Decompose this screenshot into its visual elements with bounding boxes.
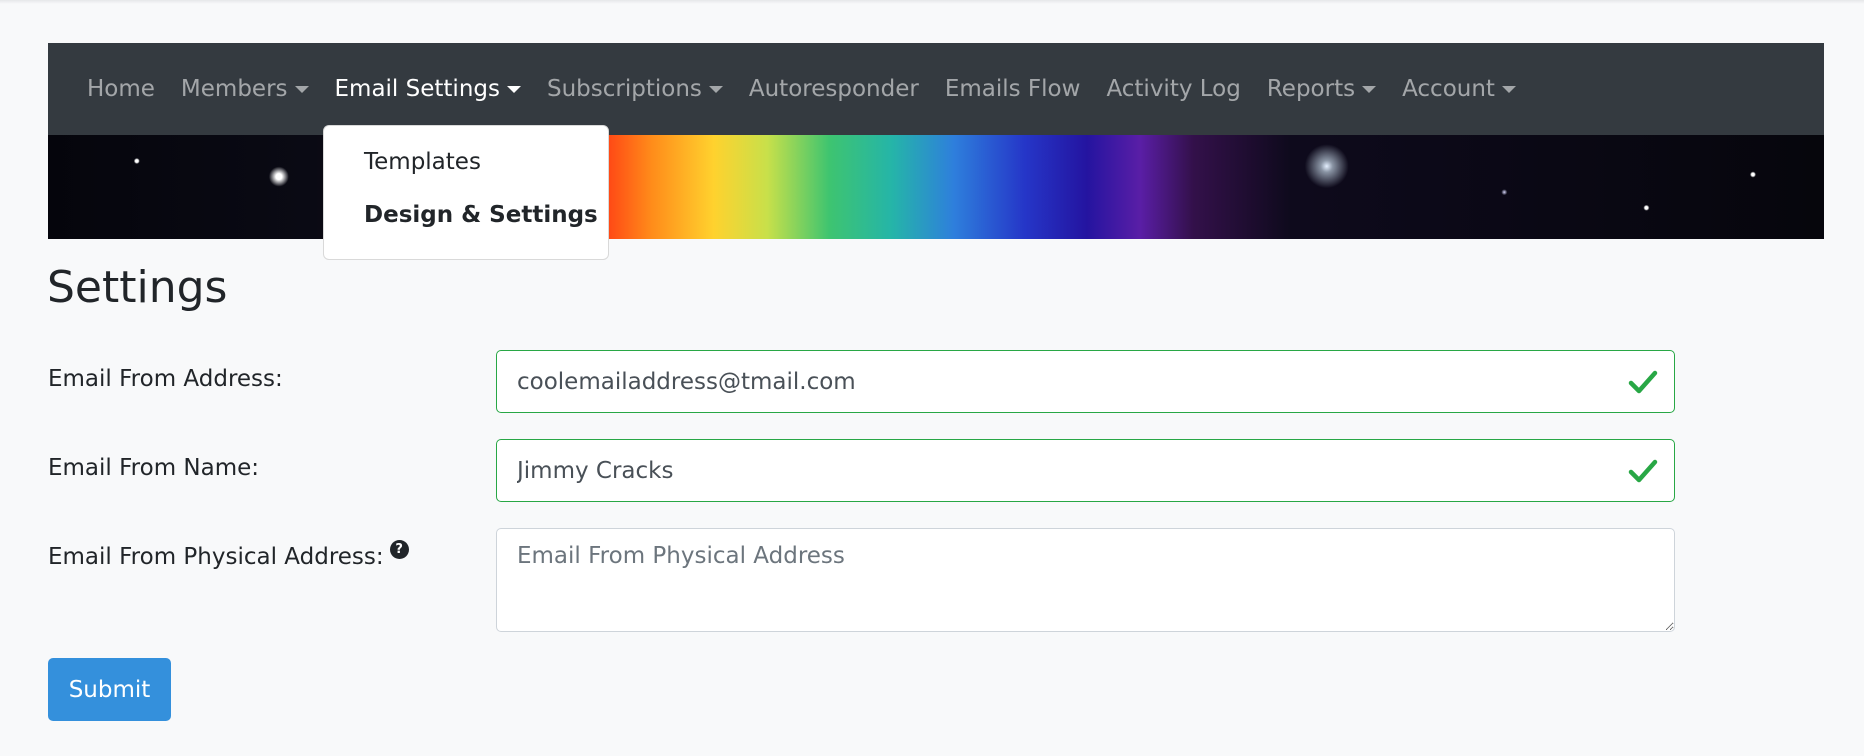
nav-members[interactable]: Members <box>181 76 309 102</box>
nav-reports[interactable]: Reports <box>1266 76 1377 102</box>
from-name-label: Email From Name: <box>48 455 260 481</box>
nav-autoresponder[interactable]: Autoresponder <box>749 76 919 102</box>
from-name-input[interactable] <box>496 439 1675 502</box>
caret-down-icon <box>1501 85 1516 93</box>
caret-down-icon <box>708 85 723 93</box>
dropdown-item-design-settings[interactable]: Design & Settings <box>324 189 608 242</box>
physical-address-textarea[interactable] <box>496 528 1675 632</box>
email-settings-dropdown-menu: Templates Design & Settings <box>323 125 609 260</box>
question-circle-icon[interactable]: ? <box>389 539 409 559</box>
nav-emails-flow-label: Emails Flow <box>944 76 1081 102</box>
caret-down-icon <box>506 85 521 93</box>
nav-email-settings[interactable]: Email Settings <box>335 76 521 102</box>
nav-subscriptions-label: Subscriptions <box>546 76 702 102</box>
caret-down-icon <box>294 85 309 93</box>
dropdown-item-templates[interactable]: Templates <box>324 136 608 189</box>
nav-subscriptions[interactable]: Subscriptions <box>547 76 723 102</box>
nav-members-label: Members <box>180 76 288 102</box>
page-title: Settings <box>47 262 228 313</box>
nav-activity-log-label: Activity Log <box>1106 76 1241 102</box>
submit-button[interactable]: Submit <box>48 658 171 721</box>
valid-check-icon <box>1628 459 1658 483</box>
nav-home-label: Home <box>87 76 155 102</box>
nav-reports-label: Reports <box>1266 76 1356 102</box>
from-address-input[interactable] <box>496 350 1675 413</box>
valid-check-icon <box>1628 370 1658 394</box>
nav-emails-flow[interactable]: Emails Flow <box>945 76 1081 102</box>
nav-activity-log[interactable]: Activity Log <box>1106 76 1240 102</box>
top-shadow <box>0 0 1864 4</box>
nav-email-settings-label: Email Settings <box>334 76 500 102</box>
nav-account-label: Account <box>1402 76 1495 102</box>
main-navbar: Home Members Email Settings Subscription… <box>48 43 1824 135</box>
nav-autoresponder-label: Autoresponder <box>748 76 919 102</box>
nav-account[interactable]: Account <box>1402 76 1516 102</box>
caret-down-icon <box>1362 85 1377 93</box>
from-address-label: Email From Address: <box>48 366 283 392</box>
physical-address-label: Email From Physical Address: ? <box>48 539 409 570</box>
nav-home[interactable]: Home <box>87 76 155 102</box>
galaxy-banner-image <box>48 135 1824 239</box>
physical-address-label-text: Email From Physical Address: <box>48 544 384 570</box>
